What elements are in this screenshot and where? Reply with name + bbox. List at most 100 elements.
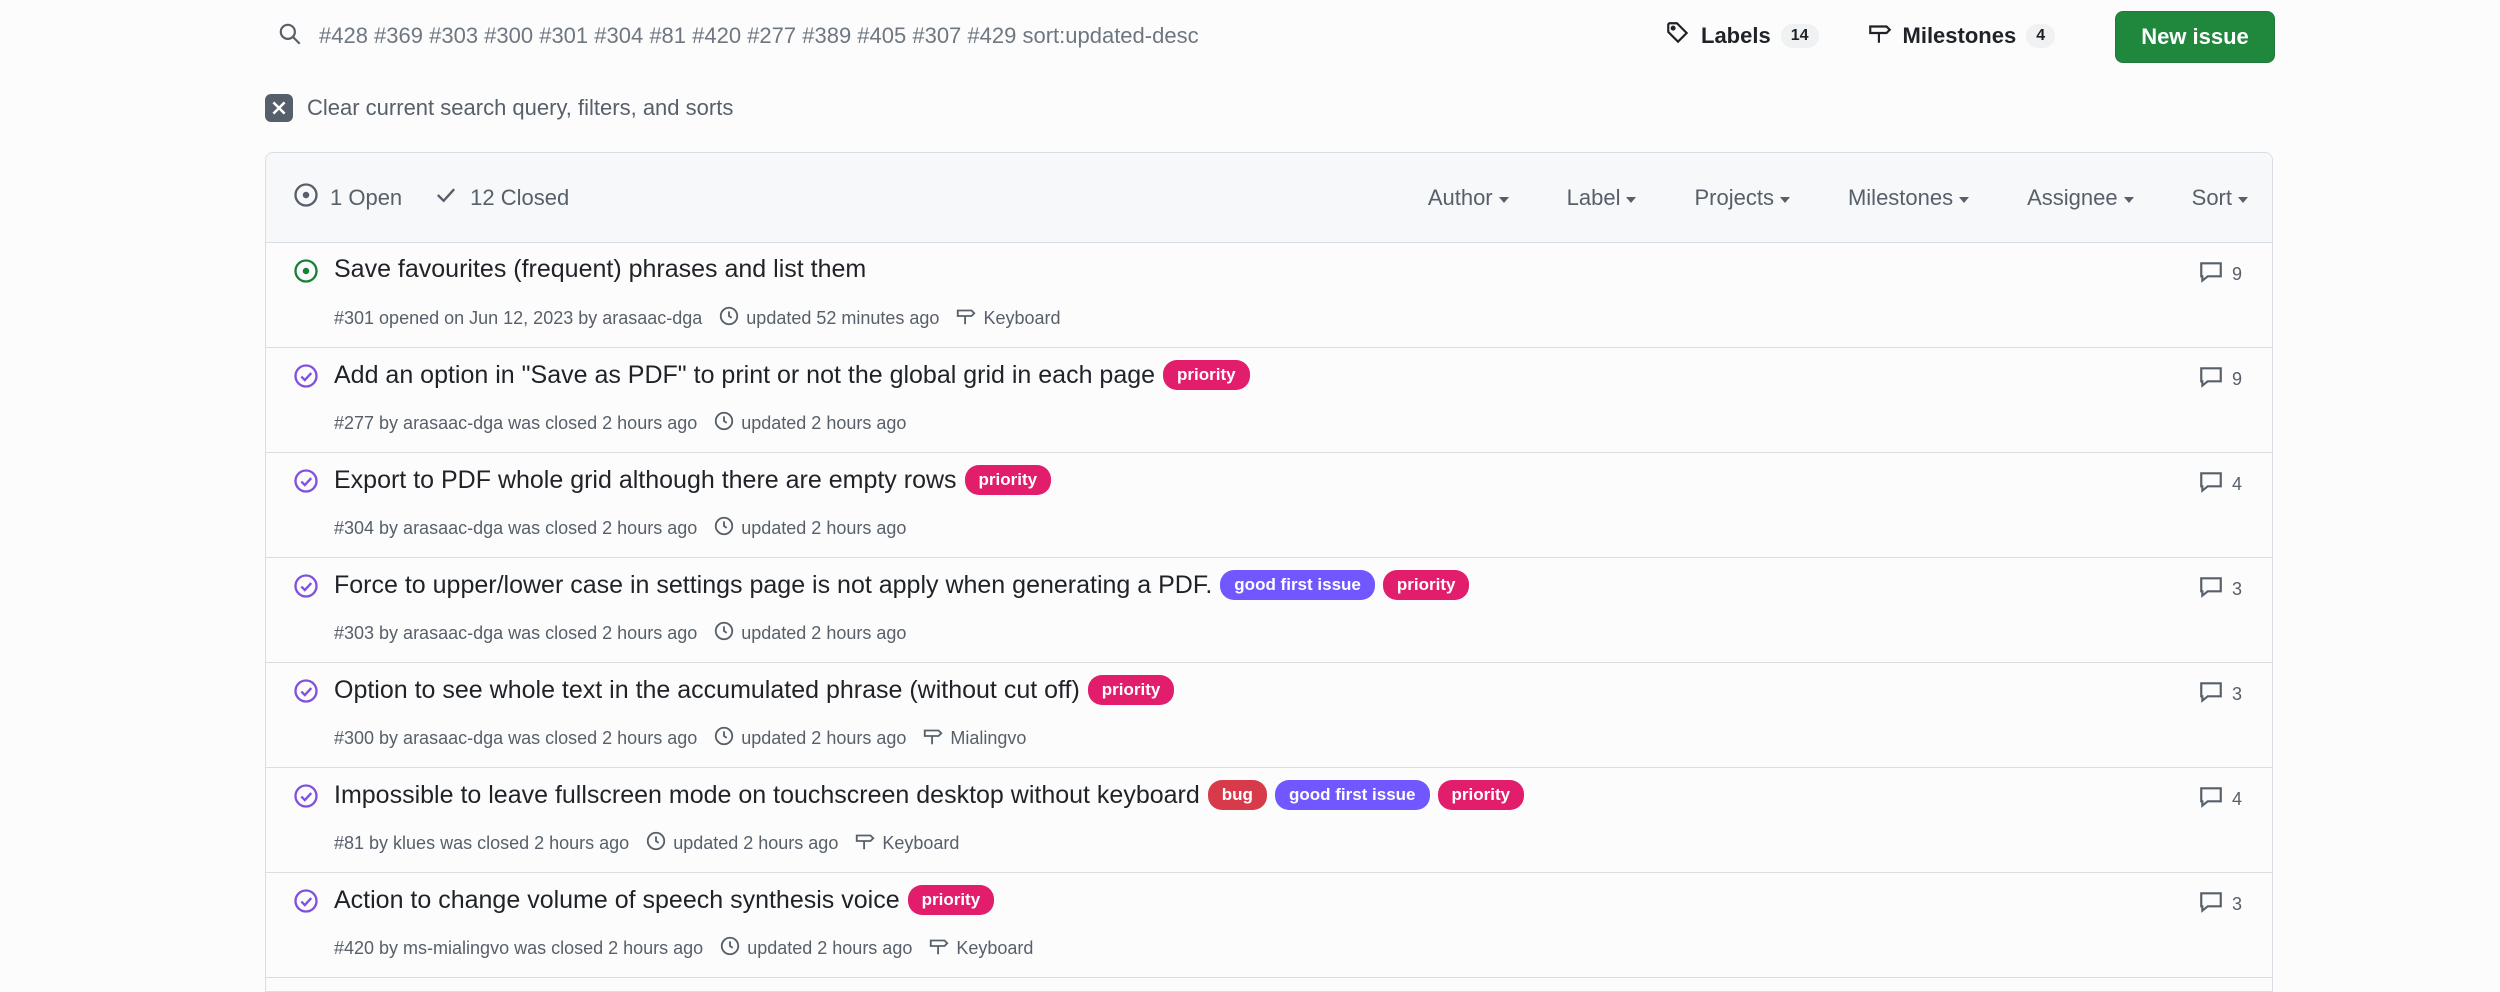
milestone-icon	[955, 305, 977, 332]
updated-text: updated 2 hours ago	[741, 518, 907, 538]
open-issues-toggle[interactable]: 1 Open	[292, 181, 402, 215]
comment-count: 4	[2231, 474, 2242, 494]
filter-milestones[interactable]: Milestones	[1847, 185, 1970, 211]
filter-projects-label: Projects	[1694, 185, 1774, 210]
clear-filters-link[interactable]: Clear current search query, filters, and…	[265, 90, 733, 126]
milestone-icon	[1867, 20, 1893, 52]
comment-count: 9	[2231, 264, 2242, 284]
issue-closed-icon	[292, 572, 320, 600]
filter-author[interactable]: Author	[1428, 185, 1509, 211]
closed-issues-toggle[interactable]: 12 Closed	[432, 181, 569, 215]
comment-icon	[2198, 889, 2224, 920]
clock-icon	[713, 620, 735, 647]
tag-icon	[1665, 20, 1691, 52]
clock-icon	[713, 725, 735, 752]
label-badge[interactable]: good first issue	[1220, 570, 1375, 600]
filter-milestones-label: Milestones	[1847, 185, 1954, 210]
new-issue-button[interactable]: New issue	[2115, 11, 2275, 63]
updated-text: updated 2 hours ago	[673, 833, 839, 853]
updated-text: updated 2 hours ago	[741, 728, 907, 748]
search-bar[interactable]: #428 #369 #303 #300 #301 #304 #81 #420 #…	[265, 0, 1625, 72]
filter-label-label: Label	[1566, 185, 1621, 210]
comments-link[interactable]: 3	[2198, 574, 2242, 605]
filter-projects[interactable]: Projects	[1694, 185, 1790, 211]
issue-milestone[interactable]: Keyboard	[854, 830, 959, 857]
issue-row[interactable]: Option to see whole text in the accumula…	[266, 663, 2272, 768]
issue-row[interactable]: Save favourites (frequent) phrases and l…	[266, 243, 2272, 348]
clear-filters-text: Clear current search query, filters, and…	[307, 95, 734, 120]
comments-link[interactable]: 4	[2198, 784, 2242, 815]
issue-title-link[interactable]: Export to PDF whole grid although there …	[334, 466, 957, 495]
issue-opened-icon	[292, 181, 320, 215]
comment-count: 3	[2231, 579, 2242, 599]
comments-link[interactable]: 4	[2198, 469, 2242, 500]
issue-updated: updated 2 hours ago	[719, 935, 912, 962]
label-badge[interactable]: priority	[1437, 780, 1525, 810]
label-badge[interactable]: priority	[1087, 675, 1175, 705]
comment-count: 3	[2231, 894, 2242, 914]
issue-meta: #301 opened on Jun 12, 2023 by arasaac-d…	[334, 305, 1061, 332]
issue-row[interactable]: Action to change volume of speech synthe…	[266, 873, 2272, 978]
caret-down-icon	[1779, 196, 1790, 203]
comment-count: 4	[2231, 789, 2242, 809]
filter-label[interactable]: Label	[1567, 185, 1637, 211]
comment-icon	[2198, 259, 2224, 290]
milestones-link[interactable]: Milestones 4	[1867, 20, 2056, 52]
comment-icon	[2198, 679, 2224, 710]
issue-meta: #304 by arasaac-dga was closed 2 hours a…	[334, 515, 906, 542]
issue-closed-icon	[292, 677, 320, 705]
issue-title-link[interactable]: Option to see whole text in the accumula…	[334, 676, 1080, 705]
caret-down-icon	[2238, 196, 2248, 203]
issue-row[interactable]: Force to upper/lower case in settings pa…	[266, 558, 2272, 663]
label-badge[interactable]: priority	[964, 465, 1052, 495]
issue-milestone[interactable]: Keyboard	[928, 935, 1033, 962]
issue-title-link[interactable]: Add an option in "Save as PDF" to print …	[334, 361, 1155, 390]
issue-meta: #420 by ms-mialingvo was closed 2 hours …	[334, 935, 1033, 962]
milestone-icon	[922, 725, 944, 752]
issue-milestone[interactable]: Keyboard	[955, 305, 1061, 332]
issue-milestone[interactable]: Mialingvo	[922, 725, 1026, 752]
issue-meta: #277 by arasaac-dga was closed 2 hours a…	[334, 410, 906, 437]
clock-icon	[718, 305, 740, 332]
labels-label: Labels	[1701, 23, 1771, 48]
filter-author-label: Author	[1427, 185, 1493, 210]
issues-nav: Labels 14 Milestones 4	[1665, 12, 2056, 60]
label-badge[interactable]: priority	[1382, 570, 1470, 600]
caret-down-icon	[1959, 196, 1970, 203]
label-badge[interactable]: bug	[1207, 780, 1267, 810]
comment-icon	[2198, 364, 2224, 395]
milestone-icon	[854, 830, 876, 857]
label-badge[interactable]: good first issue	[1274, 780, 1430, 810]
search-input[interactable]: #428 #369 #303 #300 #301 #304 #81 #420 #…	[319, 23, 1199, 49]
updated-text: updated 2 hours ago	[741, 413, 907, 433]
clock-icon	[719, 935, 741, 962]
issues-page: #428 #369 #303 #300 #301 #304 #81 #420 #…	[265, 0, 2275, 992]
issue-title-link[interactable]: Save favourites (frequent) phrases and l…	[334, 255, 866, 284]
label-badge[interactable]: priority	[907, 885, 995, 915]
labels-link[interactable]: Labels 14	[1665, 20, 1819, 52]
comment-icon	[2198, 574, 2224, 605]
issue-row[interactable]: Export to PDF whole grid although there …	[266, 453, 2272, 558]
issue-updated: updated 2 hours ago	[713, 410, 906, 437]
comments-link[interactable]: 3	[2198, 679, 2242, 710]
issue-closed-icon	[292, 362, 320, 390]
issue-meta-text: #277 by arasaac-dga was closed 2 hours a…	[334, 413, 698, 433]
issue-title-link[interactable]: Impossible to leave fullscreen mode on t…	[334, 781, 1200, 810]
issue-closed-icon	[292, 782, 320, 810]
filter-sort[interactable]: Sort	[2192, 185, 2248, 211]
milestone-name: Mialingvo	[950, 728, 1027, 748]
issue-meta: #300 by arasaac-dga was closed 2 hours a…	[334, 725, 1026, 752]
filter-assignee-label: Assignee	[2027, 185, 2118, 210]
comments-link[interactable]: 9	[2198, 259, 2242, 290]
clock-icon	[713, 515, 735, 542]
comments-link[interactable]: 3	[2198, 889, 2242, 920]
issue-meta-text: #303 by arasaac-dga was closed 2 hours a…	[334, 623, 698, 643]
issue-row[interactable]: Add an option in "Save as PDF" to print …	[266, 348, 2272, 453]
issue-title-link[interactable]: Action to change volume of speech synthe…	[334, 886, 900, 915]
issue-title-link[interactable]: Force to upper/lower case in settings pa…	[334, 571, 1212, 600]
clock-icon	[713, 410, 735, 437]
issue-row[interactable]: Impossible to leave fullscreen mode on t…	[266, 768, 2272, 873]
comments-link[interactable]: 9	[2198, 364, 2242, 395]
filter-assignee[interactable]: Assignee	[2027, 185, 2134, 211]
label-badge[interactable]: priority	[1163, 360, 1250, 390]
